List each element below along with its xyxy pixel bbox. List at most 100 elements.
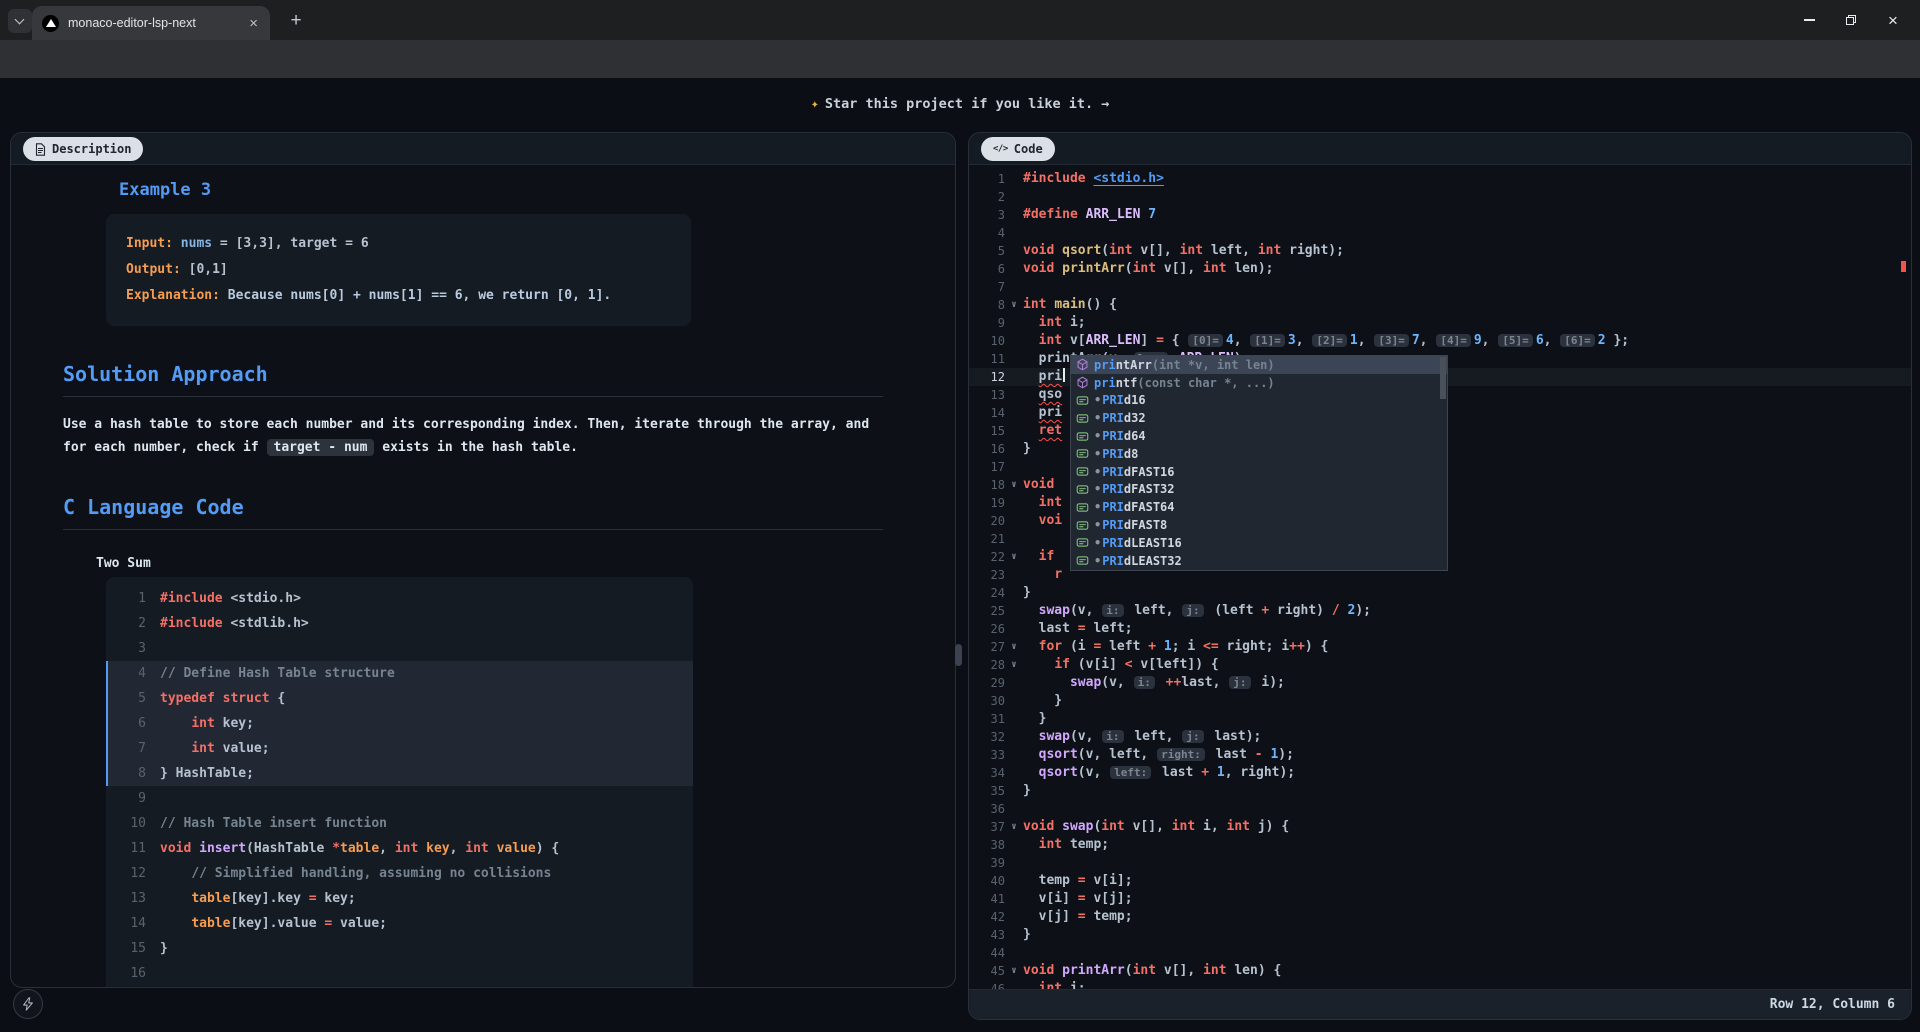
tab-description[interactable]: Description (23, 137, 143, 161)
editor-line[interactable]: 36 (969, 800, 1911, 818)
editor-line[interactable]: 46 int i; (969, 980, 1911, 989)
editor-line[interactable]: 7 (969, 278, 1911, 296)
suggest-item[interactable]: •PRIdFAST16 (1071, 463, 1447, 481)
fold-chevron-icon[interactable]: ∨ (1005, 656, 1023, 674)
code-line: 4// Define Hash Table structure (106, 661, 693, 686)
text-suggestion-icon (1074, 481, 1090, 497)
editor-line[interactable]: 28∨ if (v[i] < v[left]) { (969, 656, 1911, 674)
text-suggestion-icon (1074, 517, 1090, 533)
minimize-icon (1804, 19, 1815, 20)
description-code-block: 1#include <stdio.h>2#include <stdlib.h>3… (106, 577, 693, 987)
code-block-label: Two Sum (96, 556, 955, 571)
suggest-scrollbar[interactable] (1440, 357, 1446, 399)
editor-line[interactable]: 32 swap(v, i: left, j: last); (969, 728, 1911, 746)
description-content: Example 3 Input: nums = [3,3], target = … (11, 166, 955, 987)
close-button[interactable]: × (1872, 0, 1914, 40)
suggest-item[interactable]: •PRId64 (1071, 427, 1447, 445)
suggest-item[interactable]: •PRIdLEAST16 (1071, 534, 1447, 552)
editor-line[interactable]: 33 qsort(v, left, right: last - 1); (969, 746, 1911, 764)
suggest-item[interactable]: •PRIdFAST32 (1071, 481, 1447, 499)
suggest-item[interactable]: •PRIdFAST8 (1071, 516, 1447, 534)
editor-lines[interactable]: 1#include <stdio.h>23#define ARR_LEN 745… (969, 166, 1911, 989)
suggest-item[interactable]: •PRId16 (1071, 392, 1447, 410)
fold-chevron-icon[interactable]: ∨ (1005, 818, 1023, 836)
code-line: 15} (106, 936, 693, 961)
editor-line[interactable]: 2 (969, 188, 1911, 206)
new-tab-button[interactable]: + (284, 9, 308, 33)
editor-line[interactable]: 40 temp = v[i]; (969, 872, 1911, 890)
editor-line[interactable]: 1#include <stdio.h> (969, 170, 1911, 188)
tab-list-button[interactable] (8, 9, 32, 33)
fold-chevron-icon[interactable]: ∨ (1005, 476, 1023, 494)
editor-line[interactable]: 3#define ARR_LEN 7 (969, 206, 1911, 224)
tab-code-label: Code (1014, 142, 1043, 156)
editor-line[interactable]: 5void qsort(int v[], int left, int right… (969, 242, 1911, 260)
text-cursor (1063, 368, 1065, 382)
code-line: 11void insert(HashTable *table, int key,… (106, 836, 693, 861)
suggest-item[interactable]: •PRId32 (1071, 409, 1447, 427)
panel-resize-handle[interactable] (955, 644, 962, 666)
suggest-item[interactable]: •PRId8 (1071, 445, 1447, 463)
editor-line[interactable]: 29 swap(v, i: ++last, j: i); (969, 674, 1911, 692)
code-panel-header: </> Code (969, 133, 1911, 165)
example-line: Input: nums = [3,3], target = 6 (126, 231, 671, 257)
tab-code[interactable]: </> Code (981, 137, 1055, 161)
editor-line[interactable]: 31 } (969, 710, 1911, 728)
editor-line[interactable]: 30 } (969, 692, 1911, 710)
code-line: 7 int value; (106, 736, 693, 761)
fold-chevron-icon[interactable]: ∨ (1005, 638, 1023, 656)
editor-line[interactable]: 45∨void printArr(int v[], int len) { (969, 962, 1911, 980)
code-icon: </> (993, 144, 1008, 154)
code-line: 9 (106, 786, 693, 811)
code-line: 1#include <stdio.h> (106, 586, 693, 611)
editor-line[interactable]: 10 int v[ARR_LEN] = { [0]=4, [1]=3, [2]=… (969, 332, 1911, 350)
editor-line[interactable]: 42 v[j] = temp; (969, 908, 1911, 926)
example-block: Input: nums = [3,3], target = 6Output: [… (106, 214, 691, 326)
editor-line[interactable]: 35} (969, 782, 1911, 800)
suggest-item[interactable]: •PRIdLEAST32 (1071, 552, 1447, 570)
editor-line[interactable]: 39 (969, 854, 1911, 872)
tab-description-label: Description (52, 142, 131, 156)
code-line: 5typedef struct { (106, 686, 693, 711)
editor-line[interactable]: 43} (969, 926, 1911, 944)
tab-close-icon[interactable]: × (247, 15, 260, 32)
suggest-item[interactable]: •PRIdFAST64 (1071, 498, 1447, 516)
example-heading: Example 3 (119, 180, 955, 200)
chevron-down-icon (15, 15, 25, 25)
editor-line[interactable]: 37∨void swap(int v[], int i, int j) { (969, 818, 1911, 836)
fold-chevron-icon[interactable]: ∨ (1005, 296, 1023, 314)
overview-ruler-error-mark (1901, 261, 1906, 272)
editor-line[interactable]: 34 qsort(v, left: last + 1, right); (969, 764, 1911, 782)
tab-title: monaco-editor-lsp-next (68, 16, 247, 30)
editor-line[interactable]: 44 (969, 944, 1911, 962)
code-line: 10// Hash Table insert function (106, 811, 693, 836)
minimize-button[interactable] (1788, 0, 1830, 40)
suggest-item[interactable]: printf(const char *, ...) (1071, 374, 1447, 392)
solution-approach-heading: Solution Approach (63, 362, 883, 397)
code-line: 17// Hash Table search function (106, 986, 693, 987)
editor-line[interactable]: 6void printArr(int v[], int len); (969, 260, 1911, 278)
star-project-banner[interactable]: ✦Star this project if you like it.→ (0, 96, 1920, 112)
quick-actions-button[interactable] (13, 989, 43, 1019)
lightning-icon (21, 997, 35, 1011)
code-panel: </> Code 1#include <stdio.h>23#define AR… (968, 132, 1912, 1020)
editor-line[interactable]: 24} (969, 584, 1911, 602)
site-favicon (42, 15, 59, 32)
editor-line[interactable]: 8∨int main() { (969, 296, 1911, 314)
editor-line[interactable]: 25 swap(v, i: left, j: (left + right) / … (969, 602, 1911, 620)
code-line: 13 table[key].key = key; (106, 886, 693, 911)
description-panel-header: Description (11, 133, 955, 165)
editor-line[interactable]: 27∨ for (i = left + 1; i <= right; i++) … (969, 638, 1911, 656)
editor-line[interactable]: 26 last = left; (969, 620, 1911, 638)
restore-button[interactable] (1830, 0, 1872, 40)
browser-tab[interactable]: monaco-editor-lsp-next × (32, 6, 270, 40)
suggest-item[interactable]: printArr(int *v, int len) (1071, 356, 1447, 374)
fold-chevron-icon[interactable]: ∨ (1005, 962, 1023, 980)
editor-line[interactable]: 41 v[i] = v[j]; (969, 890, 1911, 908)
editor-line[interactable]: 9 int i; (969, 314, 1911, 332)
editor-line[interactable]: 4 (969, 224, 1911, 242)
code-line: 16 (106, 961, 693, 986)
editor-line[interactable]: 38 int temp; (969, 836, 1911, 854)
fold-chevron-icon[interactable]: ∨ (1005, 548, 1023, 566)
text-suggestion-icon (1074, 535, 1090, 551)
